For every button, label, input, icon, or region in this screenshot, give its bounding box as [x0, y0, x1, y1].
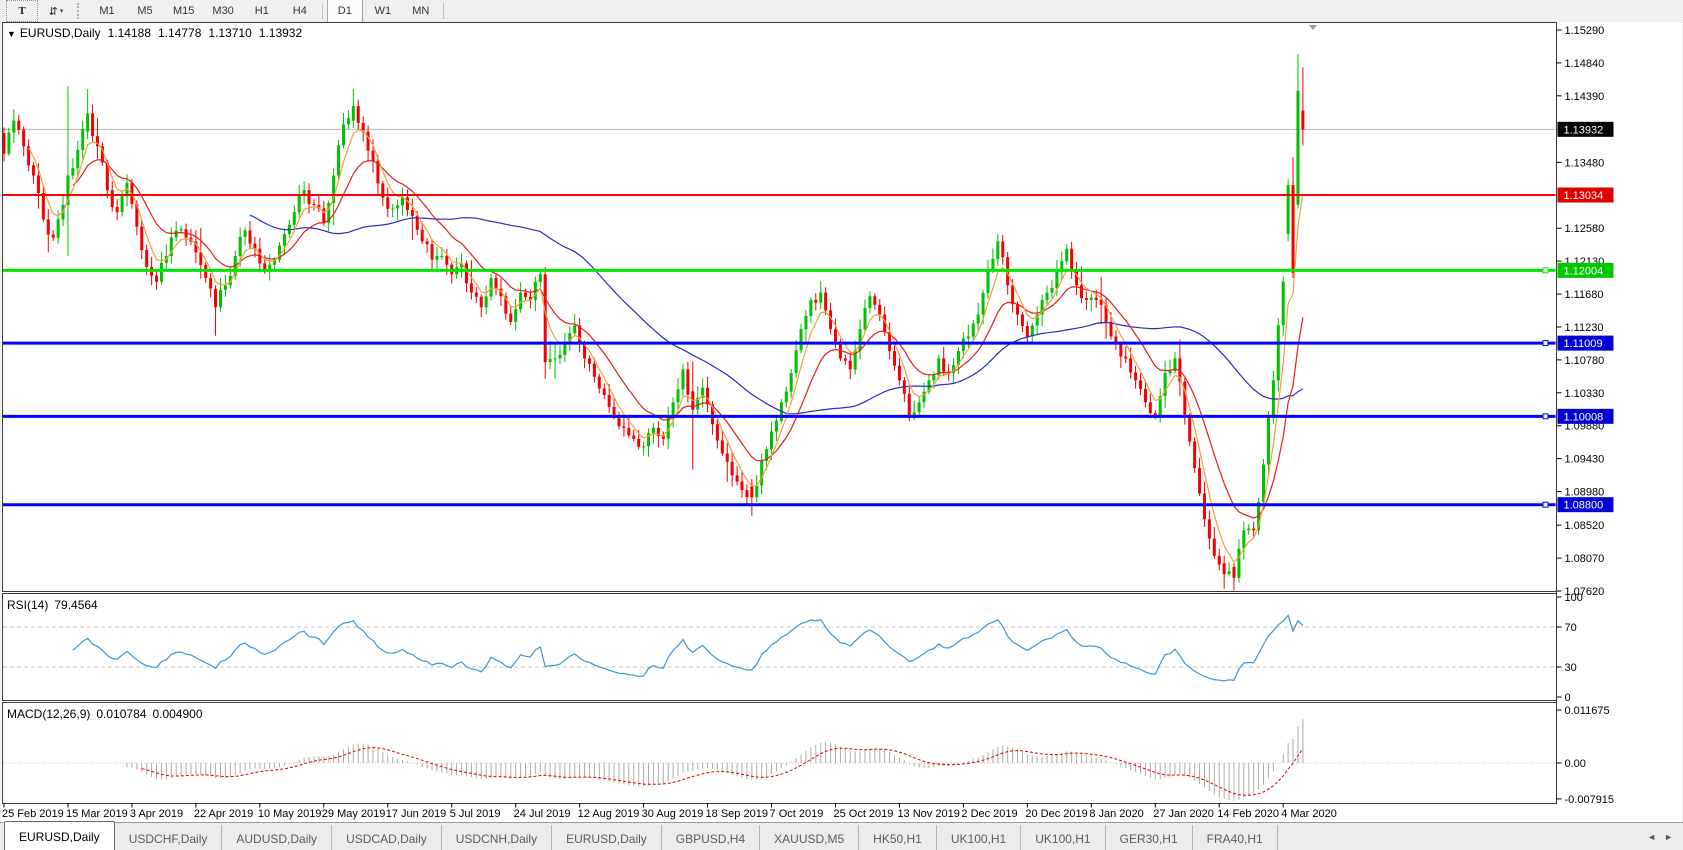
svg-text:7 Oct 2019: 7 Oct 2019 — [770, 808, 824, 820]
svg-text:1.11230: 1.11230 — [1565, 322, 1604, 334]
trading-terminal-window: { "toolbar": { "text_tool_label": "T", "… — [0, 0, 1683, 850]
svg-text:25 Oct 2019: 25 Oct 2019 — [833, 808, 893, 820]
svg-text:1.09430: 1.09430 — [1565, 454, 1605, 466]
svg-text:1.10330: 1.10330 — [1565, 388, 1605, 400]
chart-tab-usdcnh-daily[interactable]: USDCNH,Daily — [442, 825, 552, 850]
svg-text:1.14390: 1.14390 — [1565, 91, 1605, 103]
svg-text:1.10008: 1.10008 — [1564, 411, 1604, 423]
macd-signal-value: 0.004900 — [152, 707, 202, 721]
chart-tab-bar: EURUSD,DailyUSDCHF,DailyAUDUSD,DailyUSDC… — [0, 822, 1683, 850]
chart-title: ▼ EURUSD,Daily 1.14188 1.14778 1.13710 1.1393… — [7, 26, 302, 40]
macd-indicator-label: MACD(12,26,9) 0.010784 0.004900 — [7, 707, 209, 721]
chart-tab-usdchf-daily[interactable]: USDCHF,Daily — [115, 825, 223, 850]
svg-text:1.13480: 1.13480 — [1565, 157, 1605, 169]
line-handle[interactable] — [1543, 268, 1548, 273]
svg-text:17 Jun 2019: 17 Jun 2019 — [386, 808, 447, 820]
svg-text:3 Apr 2019: 3 Apr 2019 — [130, 808, 183, 820]
svg-text:24 Jul 2019: 24 Jul 2019 — [514, 808, 571, 820]
svg-text:70: 70 — [1565, 622, 1577, 634]
svg-text:1.15290: 1.15290 — [1565, 25, 1605, 37]
svg-text:30 Aug 2019: 30 Aug 2019 — [642, 808, 704, 820]
chart-tab-hk50-h1[interactable]: HK50,H1 — [859, 825, 937, 850]
chart-tab-audusd-daily[interactable]: AUDUSD,Daily — [222, 825, 332, 850]
svg-text:0.011675: 0.011675 — [1565, 705, 1610, 717]
svg-text:1.08070: 1.08070 — [1565, 553, 1605, 565]
symbol-dropdown-icon[interactable]: ▼ — [7, 29, 16, 39]
svg-text:0.00: 0.00 — [1565, 758, 1586, 770]
chart-tab-uk100-h1[interactable]: UK100,H1 — [1021, 825, 1105, 850]
svg-text:100: 100 — [1565, 592, 1583, 604]
chart-tab-fra40-h1[interactable]: FRA40,H1 — [1193, 825, 1278, 850]
svg-text:18 Sep 2019: 18 Sep 2019 — [706, 808, 768, 820]
svg-text:2 Dec 2019: 2 Dec 2019 — [961, 808, 1017, 820]
chart-tab-ger30-h1[interactable]: GER30,H1 — [1106, 825, 1193, 850]
svg-text:1.08800: 1.08800 — [1564, 500, 1604, 512]
symbol-name: EURUSD,Daily — [20, 26, 101, 40]
chart-tab-eurusd-daily[interactable]: EURUSD,Daily — [4, 821, 115, 850]
svg-text:1.13034: 1.13034 — [1564, 190, 1604, 202]
ohlc-open: 1.14188 — [108, 26, 151, 40]
rsi-indicator-label: RSI(14) 79.4564 — [7, 598, 104, 612]
rsi-pane[interactable] — [3, 594, 1557, 701]
svg-text:1.10780: 1.10780 — [1565, 355, 1605, 367]
svg-text:12 Aug 2019: 12 Aug 2019 — [578, 808, 640, 820]
rsi-name: RSI(14) — [7, 598, 48, 612]
svg-text:-0.007915: -0.007915 — [1565, 794, 1615, 806]
svg-text:29 May 2019: 29 May 2019 — [322, 808, 386, 820]
chart-tab-eurusd-daily[interactable]: EURUSD,Daily — [552, 825, 662, 850]
svg-text:4 Mar 2020: 4 Mar 2020 — [1281, 808, 1337, 820]
svg-text:15 Mar 2019: 15 Mar 2019 — [66, 808, 128, 820]
svg-text:22 Apr 2019: 22 Apr 2019 — [194, 808, 253, 820]
svg-text:0: 0 — [1565, 692, 1571, 704]
svg-text:8 Jan 2020: 8 Jan 2020 — [1089, 808, 1143, 820]
macd-main-value: 0.010784 — [96, 707, 146, 721]
svg-text:1.08980: 1.08980 — [1565, 487, 1605, 499]
ohlc-close: 1.13932 — [259, 26, 302, 40]
chart-tab-uk100-h1[interactable]: UK100,H1 — [937, 825, 1021, 850]
svg-text:1.14840: 1.14840 — [1565, 58, 1605, 70]
svg-text:1.12580: 1.12580 — [1565, 223, 1605, 235]
macd-pane[interactable] — [3, 703, 1557, 804]
chart-tab-gbpusd-h4[interactable]: GBPUSD,H4 — [662, 825, 760, 850]
svg-text:1.11009: 1.11009 — [1564, 338, 1603, 350]
svg-text:14 Feb 2020: 14 Feb 2020 — [1217, 808, 1279, 820]
tab-scroll-left-icon[interactable]: ◄ — [1647, 832, 1656, 842]
svg-text:1.08520: 1.08520 — [1565, 520, 1605, 532]
svg-text:1.13932: 1.13932 — [1564, 124, 1604, 136]
tab-scroll-controls: ◄ ► — [1647, 823, 1673, 850]
line-handle[interactable] — [1543, 502, 1548, 507]
svg-text:27 Jan 2020: 27 Jan 2020 — [1153, 808, 1214, 820]
svg-text:25 Feb 2019: 25 Feb 2019 — [2, 808, 64, 820]
svg-text:1.11680: 1.11680 — [1565, 289, 1604, 301]
svg-text:13 Nov 2019: 13 Nov 2019 — [897, 808, 959, 820]
chart-tab-usdcad-daily[interactable]: USDCAD,Daily — [332, 825, 442, 850]
ohlc-low: 1.13710 — [208, 26, 251, 40]
svg-text:5 Jul 2019: 5 Jul 2019 — [450, 808, 501, 820]
svg-text:1.12004: 1.12004 — [1564, 265, 1604, 277]
line-handle[interactable] — [1543, 414, 1548, 419]
chart-canvas[interactable]: 1.152901.148401.143901.134801.125801.121… — [0, 0, 1683, 850]
line-handle[interactable] — [1543, 341, 1548, 346]
svg-text:10 May 2019: 10 May 2019 — [258, 808, 322, 820]
macd-name: MACD(12,26,9) — [7, 707, 90, 721]
svg-text:20 Dec 2019: 20 Dec 2019 — [1025, 808, 1087, 820]
rsi-current-value: 79.4564 — [54, 598, 97, 612]
chart-tab-xauusd-m5[interactable]: XAUUSD,M5 — [760, 825, 859, 850]
ohlc-high: 1.14778 — [158, 26, 201, 40]
svg-text:30: 30 — [1565, 662, 1577, 674]
tab-scroll-right-icon[interactable]: ► — [1664, 832, 1673, 842]
